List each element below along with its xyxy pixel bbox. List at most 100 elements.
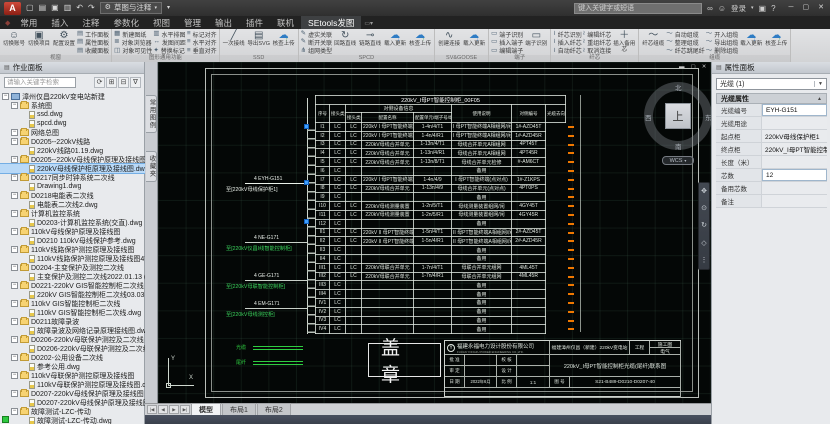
tree-item[interactable]: −D0205--220kV线路 [0, 137, 145, 146]
drawing-canvas[interactable]: 220kV_I母PT智能控制柜_00F05序号接头类型对侧设备信息使用说明对侧编… [158, 62, 711, 403]
viewcube-west-label[interactable]: 西 [645, 112, 652, 122]
tree-item[interactable]: 故障测试-LZC-传动.dwg [0, 416, 145, 424]
tree-item[interactable]: −D0211故障录波 [0, 317, 145, 326]
tree-expand-icon[interactable]: − [11, 336, 18, 343]
side-tab-常用图例[interactable]: 常用图例 [146, 95, 157, 133]
drawing-restore-icon[interactable]: ▢ [691, 64, 696, 70]
qat-overflow-icon[interactable]: ▾ [167, 1, 170, 15]
property-value[interactable]: EYH-G151 [762, 104, 827, 116]
ribbon-collapse-icon[interactable]: ▭▾ [361, 20, 376, 29]
next-layout-icon[interactable]: ▶ [169, 405, 179, 414]
断开关联-button[interactable]: ✎断开关联 [301, 38, 332, 46]
grip-handle[interactable] [304, 180, 309, 185]
tree-expand-icon[interactable]: − [11, 129, 18, 136]
viewcube-north-label[interactable]: 北 [675, 82, 682, 92]
tree-expand-icon[interactable]: − [11, 228, 18, 235]
app-store-icon[interactable]: ▣ [759, 4, 767, 13]
cable-branch-line[interactable] [245, 308, 307, 309]
tree-item[interactable]: 主变保护及测控二次线2022.01.13 (1).dwg [0, 272, 145, 281]
user-icon[interactable]: ☺ [718, 4, 726, 13]
tree-item[interactable]: −110kV GIS智能控制柜二次线 [0, 299, 145, 308]
help-icon[interactable]: ? [771, 4, 775, 13]
tree-item[interactable]: Drawing1.dwg [0, 182, 145, 191]
tree-item[interactable]: 220kV线路01.19.dwg [0, 146, 145, 155]
tree-item[interactable]: −故障测试-LZC-传动 [0, 407, 145, 416]
tree-expand-icon[interactable]: − [11, 246, 18, 253]
核查上传-button[interactable]: ☁↑核查上传 [272, 30, 296, 55]
tree-item[interactable]: D0207-220kV母线保护原理及接线图20.dwg [0, 398, 145, 407]
tree-expand-icon[interactable]: − [11, 156, 18, 163]
新建图纸-button[interactable]: ▦新建图纸 [114, 30, 152, 38]
载入更新-button[interactable]: ☁↓载入更新 [383, 30, 407, 55]
tree-item[interactable]: 220kV GIS智能控制柜二次线03.03.dwg [0, 290, 145, 299]
ribbon-tab-输出[interactable]: 输出 [208, 16, 239, 29]
job-panel-titlebar[interactable]: ▤ 作业面板 [0, 62, 144, 74]
viewcube-south-label[interactable]: 南 [675, 141, 682, 151]
tree-expand-icon[interactable]: − [11, 264, 18, 271]
tree-item[interactable]: −110kV母联保护测控原理及接线图 [0, 371, 145, 380]
tree-expand-icon[interactable]: − [11, 282, 18, 289]
创建连接-button[interactable]: ∿创建连接 [437, 30, 461, 55]
编辑纤芯-button[interactable]: ≀编辑纤芯 [583, 30, 611, 38]
配置设置-button[interactable]: ⚙配置设置 [52, 30, 76, 55]
sign-in-label[interactable]: 登录 [731, 3, 746, 14]
核查上传-button[interactable]: ☁↑核查上传 [764, 30, 788, 55]
导出组缆-button[interactable]: 〜导出组缆 [706, 38, 739, 46]
collapse-all-icon[interactable]: ⊟ [118, 77, 129, 88]
工作面板-button[interactable]: ▤工作面板 [77, 30, 109, 38]
drawing-close-icon[interactable]: ✕ [702, 64, 707, 70]
viewcube-top-face[interactable]: 上 [665, 103, 691, 129]
expand-all-icon[interactable]: ⊞ [106, 77, 117, 88]
ribbon-menu-icon[interactable]: ◆ [3, 19, 13, 29]
plot-icon[interactable]: ▥ [64, 1, 72, 15]
navigation-bar[interactable]: ✥⊙↻◇⋮ [698, 182, 710, 270]
tree-item[interactable]: 110kV线路保护测控原理及接线图47.dwg [0, 254, 145, 263]
ribbon-tab-联机[interactable]: 联机 [270, 16, 301, 29]
prev-layout-icon[interactable]: ◀ [158, 405, 168, 414]
filter-icon[interactable]: ∇ [130, 77, 141, 88]
tree-item[interactable]: −漳州仅昌220kV变电站新建 [0, 92, 145, 101]
tree-item[interactable]: 110kV GIS智能控制柜二次线.dwg [0, 308, 145, 317]
tree-expand-icon[interactable]: − [11, 390, 18, 397]
tree-item[interactable]: ssd.dwg [0, 110, 145, 119]
cable-properties-section-header[interactable]: 光缆属性 ▲ [716, 93, 827, 104]
水平排图-button[interactable]: ▥水平排图 [153, 30, 186, 38]
属性面板-button[interactable]: ▤属性面板 [77, 38, 109, 46]
核查上传-button[interactable]: ☁↑核查上传 [408, 30, 432, 55]
ribbon-tab-常用[interactable]: 常用 [13, 16, 44, 29]
redo-icon[interactable]: ↷ [88, 1, 95, 15]
first-layout-icon[interactable]: |◀ [147, 405, 157, 414]
tree-expand-icon[interactable]: − [11, 408, 18, 415]
wcs-dropdown[interactable]: WCS ▾ [662, 156, 694, 165]
删除组缆-button[interactable]: 〜删除组缆 [706, 47, 739, 55]
tree-item[interactable]: D0203-计算机监控系统(交直).dwg [0, 218, 145, 227]
组网类型-button[interactable]: ⋔组网类型 [301, 47, 332, 55]
tree-search-input[interactable] [4, 77, 76, 88]
替换标记-button[interactable]: ✦替换标记 [153, 47, 186, 55]
载入更新-button[interactable]: ☁↓载入更新 [462, 30, 486, 55]
ribbon-tab-视图[interactable]: 视图 [146, 16, 177, 29]
more-icon[interactable]: ⋮ [701, 256, 708, 265]
切换账号-button[interactable]: ☺切换账号 [2, 30, 26, 55]
端子识别-button[interactable]: ▭端子识别 [491, 30, 523, 38]
tree-item[interactable]: spcd.dwg [0, 119, 145, 128]
tree-expand-icon[interactable]: − [11, 192, 18, 199]
端子识别-button[interactable]: ▭端子识别 [524, 30, 548, 55]
last-layout-icon[interactable]: ▶| [180, 405, 190, 414]
tree-expand-icon[interactable]: − [11, 102, 18, 109]
side-tab-收藏夹[interactable]: 收藏夹 [146, 151, 157, 182]
导出SVG-button[interactable]: ▤导出SVG [247, 30, 271, 55]
tree-item[interactable]: D0206-220kV母联保护测控及二次线.dwg [0, 344, 145, 353]
切换项目-button[interactable]: ▣切换项目 [27, 30, 51, 55]
orbit-icon[interactable]: ↻ [701, 221, 707, 230]
tree-item[interactable]: −D0207-220kV母线保护原理及接线图 [0, 389, 145, 398]
标记对齐-button[interactable]: ≡标记对齐 [187, 30, 217, 38]
ribbon-tab-插入[interactable]: 插入 [44, 16, 75, 29]
save-icon[interactable]: ▣ [51, 1, 59, 15]
new-file-icon[interactable]: ▢ [26, 1, 34, 15]
tree-expand-icon[interactable]: − [11, 318, 18, 325]
自动组缆-button[interactable]: 〜自动组缆 [666, 30, 705, 38]
tree-item[interactable]: −D0204-主变保护及测控二次线 [0, 263, 145, 272]
zoom-icon[interactable]: ⊙ [701, 204, 707, 213]
tree-item[interactable]: −D0206-220kV母联保护测控及二次线 [0, 335, 145, 344]
